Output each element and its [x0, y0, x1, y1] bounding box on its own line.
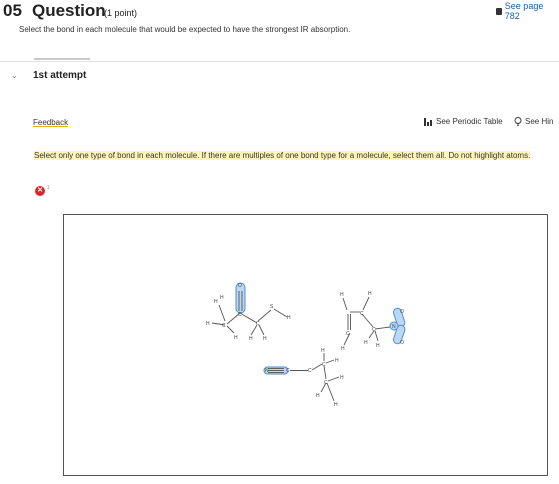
error-icon: ✕ — [35, 186, 45, 196]
molecule-alkene-nitro: H H C C C N O O H H H — [340, 291, 406, 352]
atom-c-c[interactable]: C — [372, 327, 376, 333]
bond-c-h-2[interactable] — [325, 359, 335, 364]
question-prompt: Select the bond in each molecule that wo… — [19, 25, 351, 34]
bond-c-h-a[interactable] — [342, 297, 348, 311]
bond-c-h-3[interactable] — [327, 376, 340, 382]
bond-c-h-5[interactable] — [258, 324, 265, 336]
attempt-tab-indicator — [34, 58, 90, 60]
atom-h-2[interactable]: H — [214, 299, 218, 305]
atom-h-e[interactable]: H — [376, 343, 380, 349]
question-title: Question — [32, 1, 106, 20]
atom-c-1[interactable]: C — [286, 368, 290, 374]
drawing-canvas[interactable]: O C C S H H H H H H C H H H C C C N O O … — [63, 214, 548, 476]
atom-c-2[interactable]: C — [308, 368, 312, 374]
atom-c-3[interactable]: C — [322, 362, 326, 368]
molecule-drawing[interactable]: O C C S H H H H H H C H H H C C C N O O … — [64, 215, 549, 477]
bond-s-h[interactable] — [273, 308, 288, 318]
atom-h-5[interactable]: H — [334, 402, 338, 408]
periodic-table-label: See Periodic Table — [436, 117, 503, 126]
bond-c-h-5[interactable] — [326, 382, 335, 402]
molecule-nitrile: N C C C H H H H H C — [263, 348, 344, 408]
hint-link[interactable]: See Hin — [514, 117, 553, 126]
question-number: 05 — [3, 1, 22, 20]
atom-h-7[interactable]: H — [220, 295, 224, 301]
bond-c-c-chain[interactable] — [361, 313, 374, 328]
atom-h-1[interactable]: H — [321, 348, 325, 354]
atom-h-d[interactable]: H — [364, 340, 368, 346]
atom-h-4[interactable]: H — [316, 393, 320, 399]
bond-c-h-b[interactable] — [362, 296, 370, 311]
feedback-message-text: Select only one type of bond in each mol… — [34, 151, 531, 160]
atom-h-6[interactable]: H — [263, 336, 267, 342]
bond-c-c-2[interactable] — [311, 363, 323, 371]
error-count: 1 — [47, 185, 50, 191]
atom-h-1[interactable]: H — [287, 315, 291, 321]
atom-o[interactable]: O — [238, 283, 242, 289]
attempt-label: 1st attempt — [33, 70, 87, 81]
atom-c-2[interactable]: C — [256, 321, 260, 327]
atom-h-c[interactable]: H — [341, 346, 345, 352]
chevron-down-icon[interactable]: ⌄ — [11, 71, 18, 80]
atom-n[interactable]: N — [265, 368, 269, 374]
see-page-link[interactable]: See page 782 — [496, 1, 559, 21]
feedback-link[interactable]: Feedback — [33, 118, 68, 127]
bond-c-n[interactable] — [374, 326, 391, 330]
book-icon — [496, 7, 502, 15]
atom-h-4[interactable]: H — [234, 335, 238, 341]
molecule-thioester: O C C S H H H H H H C H — [206, 282, 291, 342]
atom-c-1[interactable]: C — [238, 312, 242, 318]
feedback-message: Select only one type of bond in each mol… — [34, 150, 554, 162]
atom-c-3[interactable]: C — [222, 323, 226, 329]
bond-c-c[interactable] — [239, 312, 258, 324]
atom-s[interactable]: S — [270, 304, 274, 310]
bond-c-h-3[interactable] — [226, 325, 235, 334]
hint-label: See Hin — [525, 117, 554, 126]
periodic-table-link[interactable]: See Periodic Table — [424, 117, 503, 126]
atom-n[interactable]: N — [392, 324, 396, 330]
atom-h-2[interactable]: H — [335, 358, 339, 364]
atom-h-5[interactable]: H — [249, 336, 253, 342]
see-page-label: See page 782 — [504, 1, 544, 21]
atom-c-4[interactable]: C — [324, 380, 328, 386]
bond-c-h-1[interactable] — [218, 304, 226, 322]
question-points: (1 point) — [104, 8, 138, 18]
atom-c-b[interactable]: C — [360, 311, 364, 317]
atom-h-3[interactable]: H — [340, 375, 344, 381]
atom-h-a[interactable]: H — [340, 292, 344, 298]
lightbulb-icon — [514, 117, 522, 126]
bond-c-s[interactable] — [257, 309, 272, 322]
atom-h-b[interactable]: H — [368, 291, 372, 297]
attempt-header[interactable]: ⌄ 1st attempt — [0, 61, 559, 90]
atom-h-3[interactable]: H — [206, 321, 210, 327]
atom-o-1[interactable]: O — [400, 309, 404, 315]
periodic-table-icon — [424, 117, 432, 126]
atom-c-a[interactable]: C — [346, 331, 350, 337]
atom-o-2[interactable]: O — [400, 340, 404, 346]
